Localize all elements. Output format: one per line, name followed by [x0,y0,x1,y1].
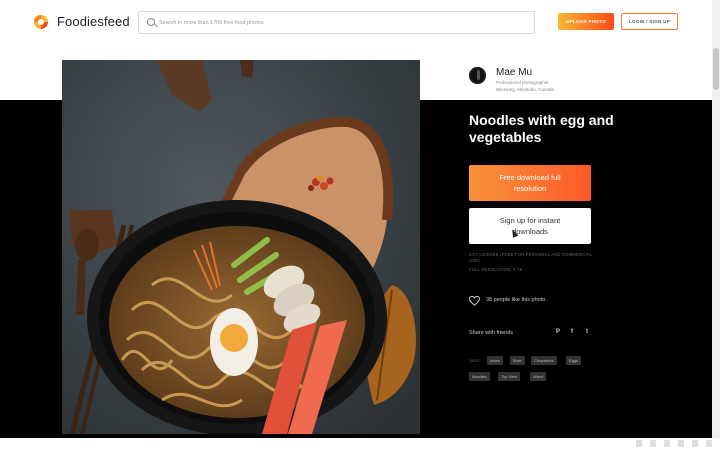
search-input[interactable] [159,12,529,33]
tag-bowl[interactable]: Bowl [510,356,525,365]
tag-wood[interactable]: Wood [530,372,547,381]
search-bar[interactable] [138,11,535,34]
tag-chopsticks[interactable]: Chopsticks [531,356,557,365]
tag-noodles[interactable]: Noodles [469,372,490,381]
food-photo[interactable] [62,60,420,434]
tray-icon[interactable] [706,440,712,447]
twitter-icon[interactable]: t [586,329,588,335]
facebook-icon[interactable]: f [571,329,573,335]
scrollbar-thumb[interactable] [713,48,719,90]
tray-icon[interactable] [692,440,698,447]
author-name[interactable]: Mae Mu [496,67,532,78]
free-download-button[interactable]: Free download full resolution [469,165,591,201]
taskbar-strip [0,438,720,450]
foodiesfeed-logo-icon[interactable] [34,15,48,29]
tray-icon[interactable] [678,440,684,447]
resolution-text: FULL RESOLUTION: 5 7K [469,267,523,272]
upload-photo-button[interactable]: UPLOAD PHOTO [558,13,614,30]
tray-icon[interactable] [636,440,642,447]
tray-icon[interactable] [650,440,656,447]
tray-icon[interactable] [664,440,670,447]
author-title: Professional photographer [496,80,549,85]
pinterest-icon[interactable]: P [556,329,560,335]
vertical-scrollbar[interactable] [712,0,720,438]
share-label: Share with friends [469,330,514,336]
license-text: CC0 LICENSE (FREE FOR PERSONAL AND COMME… [469,252,593,263]
login-signup-button[interactable]: LOGIN / SIGN UP [621,13,678,30]
noodle-bowl-illustration [62,60,420,434]
tag-eggs[interactable]: Eggs [566,356,582,365]
tags-label: TAGS: [469,358,481,363]
site-header: Foodiesfeed UPLOAD PHOTO LOGIN / SIGN UP [0,0,712,44]
author-avatar[interactable] [469,67,486,84]
page: Foodiesfeed UPLOAD PHOTO LOGIN / SIGN UP [0,0,720,450]
photo-title: Noodles with egg and vegetables [469,112,614,145]
heart-icon[interactable] [469,296,480,306]
author-location: Winnipeg, Manitoba, Canada [496,87,555,92]
brand-name[interactable]: Foodiesfeed [57,14,130,29]
tag-asian[interactable]: Asian [487,356,504,365]
tag-top-view[interactable]: Top View [498,372,521,381]
signup-instant-downloads-button[interactable]: Sign up for instant downloads [469,208,591,244]
likes-count: 38 people like this photo. [486,297,547,303]
search-icon [147,18,155,26]
